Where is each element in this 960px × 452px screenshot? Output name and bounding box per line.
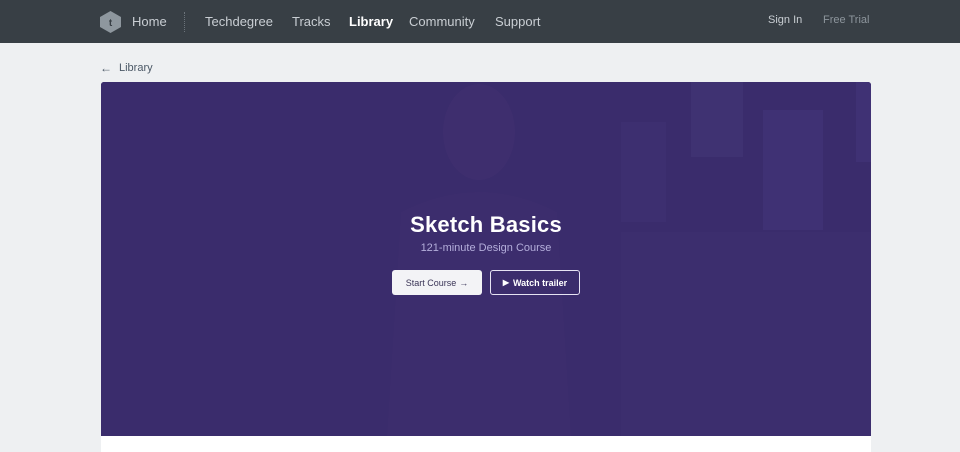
nav-link-tracks[interactable]: Tracks (292, 0, 331, 43)
arrow-right-icon: → (459, 277, 469, 288)
breadcrumb[interactable]: ← Library (100, 60, 153, 76)
nav-divider (184, 12, 185, 32)
course-content-card (101, 436, 871, 452)
nav-link-techdegree[interactable]: Techdegree (205, 0, 273, 43)
start-course-label: Start Course (405, 277, 457, 288)
treehouse-logo-icon[interactable]: t (100, 11, 121, 33)
nav-link-community[interactable]: Community (409, 0, 475, 43)
course-subtitle: 121-minute Design Course (420, 242, 552, 254)
nav-link-library[interactable]: Library (349, 0, 393, 43)
free-trial-link[interactable]: Free Trial (823, 0, 869, 41)
nav-link-support[interactable]: Support (495, 0, 541, 43)
hero-background-image (101, 82, 871, 436)
play-icon: ▶ (502, 278, 509, 287)
start-course-button[interactable]: Start Course → (392, 270, 482, 295)
breadcrumb-label: Library (119, 62, 153, 74)
watch-trailer-button[interactable]: ▶ Watch trailer (490, 270, 580, 295)
course-hero: Sketch Basics 121-minute Design Course S… (101, 82, 871, 436)
watch-trailer-label: Watch trailer (512, 277, 568, 288)
nav-home-link[interactable]: Home (132, 0, 167, 43)
sign-in-link[interactable]: Sign In (768, 0, 802, 41)
course-title: Sketch Basics (410, 212, 562, 237)
arrow-left-icon: ← (100, 61, 112, 75)
top-navbar: t Home Techdegree Tracks Library Communi… (0, 0, 960, 43)
